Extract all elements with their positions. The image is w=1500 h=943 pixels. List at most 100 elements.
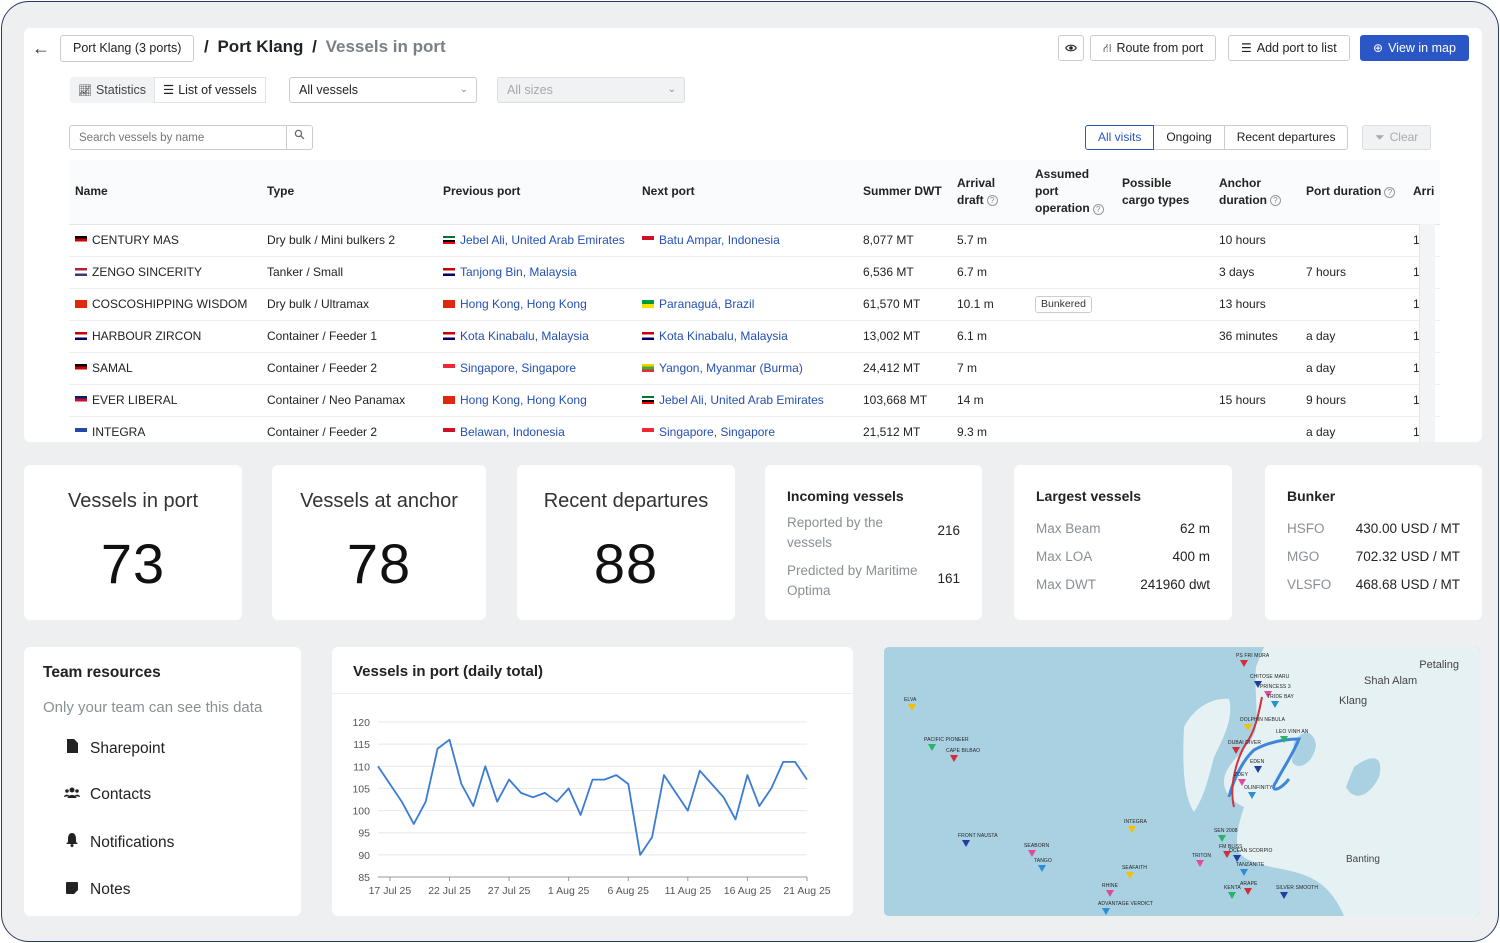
map-vessel-label[interactable]: EDEN bbox=[1250, 759, 1264, 765]
map-vessel-label[interactable]: SEABORN bbox=[1024, 843, 1049, 849]
col-header-type[interactable]: Type bbox=[261, 160, 437, 225]
vessel-marker-icon[interactable] bbox=[928, 744, 936, 751]
vessel-marker-icon[interactable] bbox=[1280, 892, 1288, 899]
tab-recent-departures[interactable]: Recent departures bbox=[1223, 125, 1349, 150]
map-vessel-label[interactable]: ELVA bbox=[904, 697, 916, 703]
vessel-marker-icon[interactable] bbox=[1126, 872, 1134, 879]
col-header-previous-port[interactable]: Previous port bbox=[437, 160, 636, 225]
next-port[interactable]: Paranaguá, Brazil bbox=[636, 288, 857, 321]
vessel-marker-icon[interactable] bbox=[1232, 747, 1240, 754]
map-vessel-label[interactable]: SEN 2008 bbox=[1214, 828, 1238, 834]
vessel-marker-icon[interactable] bbox=[1244, 724, 1252, 731]
table-scrollbar[interactable] bbox=[1419, 224, 1435, 442]
previous-port[interactable]: Hong Kong, Hong Kong bbox=[437, 384, 636, 417]
route-from-port-button[interactable]: ⛙ Route from port bbox=[1090, 35, 1217, 61]
vessel-marker-icon[interactable] bbox=[1244, 888, 1252, 895]
map-vessel-label[interactable]: SILVER SMOOTH bbox=[1276, 885, 1318, 891]
map-vessel-label[interactable]: LEO VINH AN bbox=[1276, 729, 1309, 735]
port-map[interactable]: Petaling Shah Alam Klang Banting PS FRI MURA… bbox=[884, 647, 1480, 916]
map-vessel-label[interactable]: DOLPHIN NEBULA bbox=[1240, 717, 1285, 723]
vessel-marker-icon[interactable] bbox=[1240, 869, 1248, 876]
map-vessel-label[interactable]: ADVANTAGE VERDICT bbox=[1098, 901, 1153, 907]
resource-contacts[interactable]: Contacts bbox=[64, 786, 151, 804]
add-port-to-list-button[interactable]: ☰ Add port to list bbox=[1228, 35, 1350, 61]
col-header-cargo-types[interactable]: Possible cargo types bbox=[1116, 160, 1213, 225]
next-port-text[interactable]: Jebel Ali, United Arab Emirates bbox=[659, 393, 824, 407]
vessels-at-anchor-card[interactable]: Vessels at anchor 78 bbox=[272, 465, 486, 620]
next-port-text[interactable]: Singapore, Singapore bbox=[659, 425, 775, 439]
table-row[interactable]: SAMAL Container / Feeder 2 Singapore, Sing… bbox=[69, 352, 1441, 385]
tab-ongoing[interactable]: Ongoing bbox=[1153, 125, 1225, 150]
map-vessel-label[interactable]: TRITON bbox=[1192, 853, 1211, 859]
previous-port-text[interactable]: Hong Kong, Hong Kong bbox=[460, 297, 587, 311]
help-icon[interactable]: ? bbox=[1270, 195, 1281, 207]
back-arrow-icon[interactable]: ← bbox=[30, 38, 52, 60]
previous-port-text[interactable]: Belawan, Indonesia bbox=[460, 425, 565, 439]
col-header-arrival-draft[interactable]: Arrival draft? bbox=[951, 160, 1029, 225]
map-vessel-label[interactable]: ARAPE bbox=[1240, 881, 1257, 887]
map-vessel-label[interactable]: OCEAN SCORPIO bbox=[1229, 848, 1273, 854]
previous-port-text[interactable]: Jebel Ali, United Arab Emirates bbox=[460, 233, 625, 247]
clear-button[interactable]: ⏷ Clear bbox=[1362, 125, 1432, 150]
map-vessel-label[interactable]: TRIDE BAY bbox=[1267, 694, 1294, 700]
vessel-marker-icon[interactable] bbox=[1102, 908, 1110, 915]
help-icon[interactable]: ? bbox=[986, 195, 998, 207]
next-port[interactable]: Kota Kinabalu, Malaysia bbox=[636, 320, 857, 353]
table-row[interactable]: CENTURY MAS Dry bulk / Mini bulkers 2 Jebe… bbox=[69, 224, 1441, 257]
next-port[interactable]: Jebel Ali, United Arab Emirates bbox=[636, 384, 857, 417]
port-select[interactable]: Port Klang (3 ports) bbox=[60, 35, 195, 62]
previous-port[interactable]: Hong Kong, Hong Kong bbox=[437, 288, 636, 321]
previous-port[interactable]: Singapore, Singapore bbox=[437, 352, 636, 385]
map-vessel-label[interactable]: CHITOSE MARU bbox=[1250, 674, 1289, 680]
previous-port[interactable]: Belawan, Indonesia bbox=[437, 416, 636, 442]
help-icon[interactable]: ? bbox=[1092, 203, 1104, 215]
col-header-summer-dwt[interactable]: Summer DWT bbox=[857, 160, 951, 225]
resource-notifications[interactable]: Notifications bbox=[64, 833, 174, 852]
next-port-text[interactable]: Yangon, Myanmar (Burma) bbox=[659, 361, 803, 375]
map-vessel-label[interactable]: RHINE bbox=[1102, 883, 1118, 889]
vessels-in-port-card[interactable]: Vessels in port 73 bbox=[24, 465, 242, 620]
vessel-marker-icon[interactable] bbox=[962, 840, 970, 847]
col-header-assumed-operation[interactable]: Assumed port operation? bbox=[1029, 160, 1116, 225]
size-filter-select[interactable]: All sizes ⌄ bbox=[497, 77, 685, 103]
vessel-marker-icon[interactable] bbox=[1240, 660, 1248, 667]
tab-statistics[interactable]: 📈︎ Statistics bbox=[70, 77, 154, 103]
previous-port-text[interactable]: Kota Kinabalu, Malaysia bbox=[460, 329, 589, 343]
vessel-marker-icon[interactable] bbox=[1271, 701, 1279, 708]
tab-list-of-vessels[interactable]: ☰ List of vessels bbox=[153, 77, 266, 103]
map-vessel-label[interactable]: DUBAI DIVER bbox=[1228, 740, 1261, 746]
map-vessel-label[interactable]: TANZANITE bbox=[1236, 862, 1264, 868]
col-header-arrival[interactable]: Arri bbox=[1407, 160, 1441, 225]
map-vessel-label[interactable]: PACIFIC PIONEER bbox=[924, 737, 969, 743]
table-row[interactable]: EVER LIBERAL Container / Neo Panamax Hong … bbox=[69, 384, 1441, 417]
next-port-text[interactable]: Paranaguá, Brazil bbox=[659, 297, 754, 311]
vessel-marker-icon[interactable] bbox=[950, 755, 958, 762]
resource-notes[interactable]: Notes bbox=[64, 881, 131, 899]
vessel-marker-icon[interactable] bbox=[1254, 766, 1262, 773]
previous-port[interactable]: Tanjong Bin, Malaysia bbox=[437, 256, 636, 289]
vessel-marker-icon[interactable] bbox=[908, 704, 916, 711]
map-vessel-label[interactable]: ZOEY bbox=[1234, 772, 1248, 778]
col-header-anchor-duration[interactable]: Anchor duration? bbox=[1213, 160, 1300, 225]
map-vessel-label[interactable]: PS FRI MURA bbox=[1236, 653, 1269, 659]
col-header-next-port[interactable]: Next port bbox=[636, 160, 857, 225]
help-icon[interactable]: ? bbox=[1384, 186, 1396, 198]
vessel-marker-icon[interactable] bbox=[1028, 850, 1036, 857]
table-row[interactable]: COSCOSHIPPING WISDOM Dry bulk / Ultramax H… bbox=[69, 288, 1441, 321]
vessel-marker-icon[interactable] bbox=[1280, 736, 1288, 743]
next-port-text[interactable]: Kota Kinabalu, Malaysia bbox=[659, 329, 788, 343]
search-icon[interactable] bbox=[287, 125, 313, 150]
previous-port-text[interactable]: Hong Kong, Hong Kong bbox=[460, 393, 587, 407]
previous-port[interactable]: Kota Kinabalu, Malaysia bbox=[437, 320, 636, 353]
vessel-marker-icon[interactable] bbox=[1106, 890, 1114, 897]
vessel-marker-icon[interactable] bbox=[1218, 835, 1226, 842]
previous-port-text[interactable]: Tanjong Bin, Malaysia bbox=[460, 265, 577, 279]
tab-all-visits[interactable]: All visits bbox=[1085, 125, 1155, 150]
map-vessel-label[interactable]: CAPE BILBAO bbox=[946, 748, 980, 754]
previous-port-text[interactable]: Singapore, Singapore bbox=[460, 361, 576, 375]
previous-port[interactable]: Jebel Ali, United Arab Emirates bbox=[437, 224, 636, 257]
vessel-marker-icon[interactable] bbox=[1233, 855, 1241, 862]
vessel-marker-icon[interactable] bbox=[1228, 892, 1236, 899]
table-row[interactable]: INTEGRA Container / Feeder 2 Belawan, Indo… bbox=[69, 416, 1441, 442]
recent-departures-card[interactable]: Recent departures 88 bbox=[517, 465, 735, 620]
